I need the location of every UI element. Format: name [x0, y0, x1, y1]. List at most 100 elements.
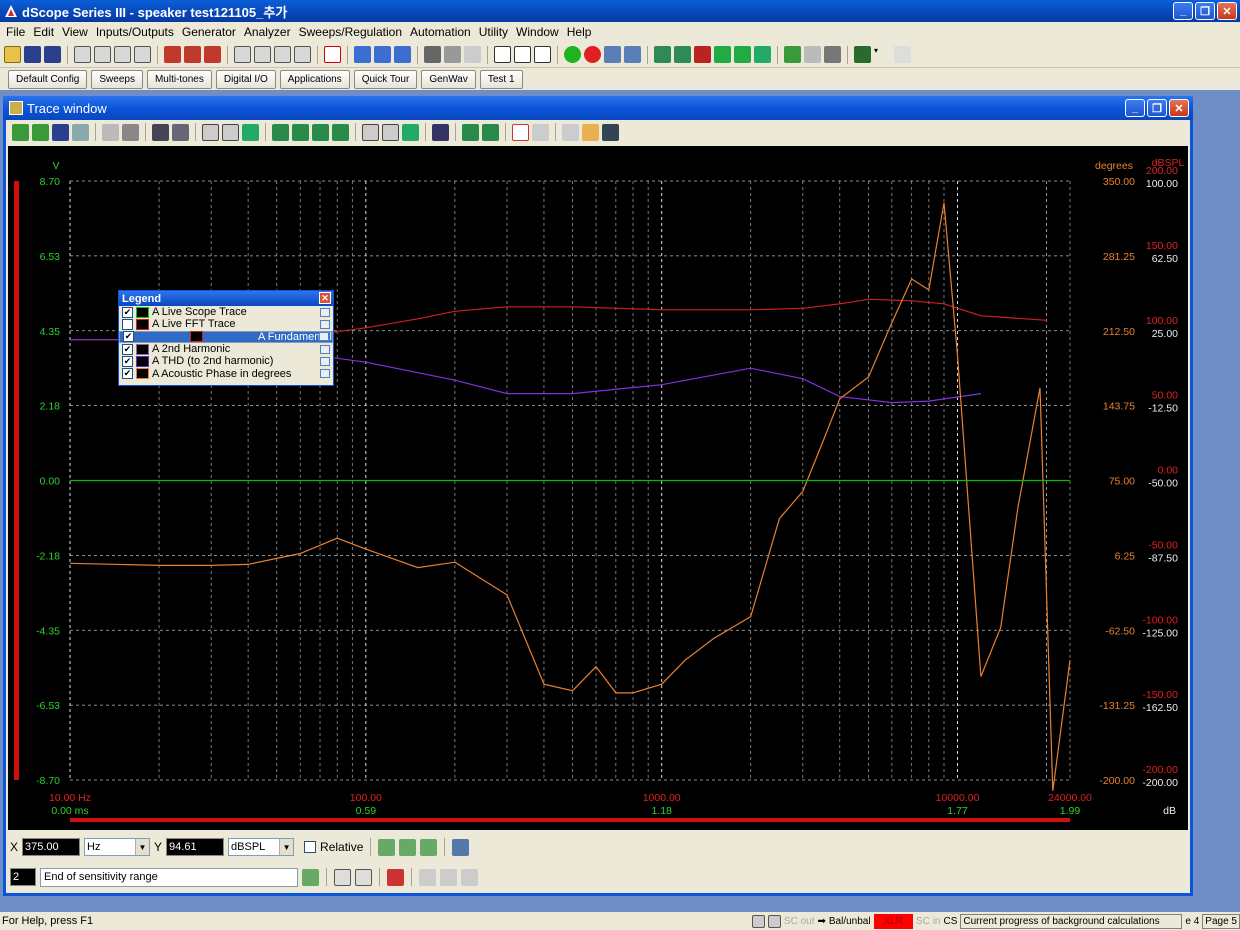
cursor-left-icon[interactable] — [272, 123, 289, 141]
trace-plot[interactable]: V 8.70 6.53 4.35 2.18 0.00 -2.18 -4.35 -6.53 -8.7… — [8, 146, 1188, 830]
channel-settings-icon[interactable] — [534, 46, 551, 63]
menu-analyzer[interactable]: Analyzer — [240, 25, 295, 39]
output-routing-icon[interactable] — [94, 46, 111, 63]
autoscale-icon[interactable] — [242, 123, 259, 141]
trace-props-icon[interactable] — [152, 123, 169, 141]
analyzer-fft-icon[interactable] — [374, 46, 391, 63]
trace-copy-icon[interactable] — [72, 123, 89, 141]
legend-panel[interactable]: Legend ✕ ✔ A Live Scope Trace A Live FFT… — [118, 290, 334, 386]
meter-disabled-icon[interactable] — [464, 46, 481, 63]
automation-icon[interactable] — [784, 46, 801, 63]
add-trace-icon[interactable] — [12, 123, 29, 141]
trace-markers-icon[interactable] — [734, 46, 751, 63]
analyzer-icon[interactable] — [354, 46, 371, 63]
trace-graph-icon[interactable] — [754, 46, 771, 63]
record-icon[interactable] — [584, 46, 601, 63]
generator-settings-icon[interactable] — [184, 46, 201, 63]
smooth-icon[interactable] — [482, 123, 499, 141]
cursor-x-input[interactable]: 375.00 — [22, 838, 81, 856]
legend-checkbox[interactable]: ✔ — [122, 343, 133, 355]
minimize-button[interactable]: _ — [1173, 2, 1193, 20]
test-1-button[interactable]: Test 1 — [479, 69, 523, 89]
legend-props-icon[interactable] — [320, 344, 330, 354]
maximize-button[interactable]: ❐ — [1195, 2, 1215, 20]
marker2-icon[interactable] — [382, 123, 399, 141]
cursor-right-icon[interactable] — [292, 123, 309, 141]
apply-marker-icon[interactable] — [302, 868, 319, 886]
scope-trigger-icon[interactable] — [602, 123, 619, 141]
trace-view-icon[interactable] — [654, 46, 671, 63]
sweeps-button[interactable]: Sweeps — [91, 69, 143, 89]
trace-close-button[interactable]: ✕ — [1169, 99, 1189, 117]
sigma-disabled-icon[interactable] — [440, 868, 457, 886]
relative-checkbox[interactable] — [304, 841, 317, 853]
applications-button[interactable]: Applications — [279, 69, 350, 89]
report-dropdown-icon[interactable]: ▾ — [874, 46, 891, 63]
sweep-settings-icon[interactable] — [624, 46, 641, 63]
run-icon[interactable] — [564, 46, 581, 63]
chevron-down-icon[interactable]: ▼ — [279, 839, 294, 855]
legend-item[interactable]: ✔ A Live Scope Trace — [119, 306, 333, 318]
analyzer-scope-icon[interactable] — [394, 46, 411, 63]
legend-close-icon[interactable]: ✕ — [319, 292, 331, 304]
legend-item[interactable]: ✔ A 2nd Harmonic — [119, 343, 333, 355]
menu-sweeps-regulation[interactable]: Sweeps/Regulation — [295, 25, 406, 39]
cursor-move-icon[interactable] — [399, 838, 417, 856]
legend-item[interactable]: ✔ A THD (to 2nd harmonic) — [119, 355, 333, 367]
scope-wave-icon[interactable] — [582, 123, 599, 141]
output-settings-icon[interactable] — [74, 46, 91, 63]
digital-io-button[interactable]: Digital I/O — [215, 69, 276, 89]
marker-icon[interactable] — [362, 123, 379, 141]
trace-bars-icon[interactable] — [694, 46, 711, 63]
marker3-icon[interactable] — [402, 123, 419, 141]
menu-file[interactable]: File — [2, 25, 29, 39]
menu-utility[interactable]: Utility — [475, 25, 512, 39]
automation3-icon[interactable] — [824, 46, 841, 63]
average-icon[interactable] — [462, 123, 479, 141]
cursor-reset-icon[interactable] — [452, 838, 470, 856]
legend-props-icon[interactable] — [320, 307, 330, 317]
legend-props-icon[interactable] — [320, 356, 330, 366]
menu-generator[interactable]: Generator — [178, 25, 240, 39]
legend-checkbox[interactable] — [122, 318, 133, 330]
menu-edit[interactable]: Edit — [29, 25, 58, 39]
cursor-peak-find-icon[interactable] — [420, 838, 438, 856]
multi-tones-button[interactable]: Multi-tones — [146, 69, 212, 89]
sum-disabled-icon[interactable] — [419, 868, 436, 886]
search-next-icon[interactable] — [355, 868, 372, 886]
sweep-icon[interactable] — [604, 46, 621, 63]
stop-all-icon[interactable] — [324, 46, 341, 63]
menu-view[interactable]: View — [58, 25, 92, 39]
menu-inputs-outputs[interactable]: Inputs/Outputs — [92, 25, 178, 39]
legend-item[interactable]: A Live FFT Trace — [119, 318, 333, 330]
input-monitor-icon[interactable] — [274, 46, 291, 63]
genwav-button[interactable]: GenWav — [421, 69, 476, 89]
report-icon[interactable] — [854, 46, 871, 63]
invert-icon[interactable] — [432, 123, 449, 141]
cursor-peak-icon[interactable] — [312, 123, 329, 141]
input-settings-icon[interactable] — [234, 46, 251, 63]
export-icon[interactable] — [894, 46, 911, 63]
input-signal-icon[interactable] — [294, 46, 311, 63]
save-all-icon[interactable] — [44, 46, 61, 63]
input-routing-icon[interactable] — [254, 46, 271, 63]
legend-props-icon[interactable] — [320, 369, 330, 379]
cursor-min-icon[interactable] — [332, 123, 349, 141]
quick-tour-button[interactable]: Quick Tour — [353, 69, 418, 89]
menu-window[interactable]: Window — [512, 25, 563, 39]
output-signal-icon[interactable] — [134, 46, 151, 63]
marker-index[interactable]: 2 — [10, 868, 36, 886]
close-button[interactable]: ✕ — [1217, 2, 1237, 20]
chevron-down-icon[interactable]: ▼ — [135, 839, 150, 855]
legend-checkbox[interactable]: ✔ — [123, 331, 134, 343]
legend-item-selected[interactable]: ✔ A Fundamental — [119, 330, 333, 343]
automation2-icon[interactable] — [804, 46, 821, 63]
trace-minimize-button[interactable]: _ — [1125, 99, 1145, 117]
legend-props-icon[interactable] — [320, 319, 330, 329]
search-marker-icon[interactable] — [334, 868, 351, 886]
channel-b-icon[interactable] — [514, 46, 531, 63]
output-monitor-icon[interactable] — [114, 46, 131, 63]
zoom-y-icon[interactable] — [222, 123, 239, 141]
menu-automation[interactable]: Automation — [406, 25, 475, 39]
x-unit-select[interactable]: Hz ▼ — [84, 838, 151, 856]
